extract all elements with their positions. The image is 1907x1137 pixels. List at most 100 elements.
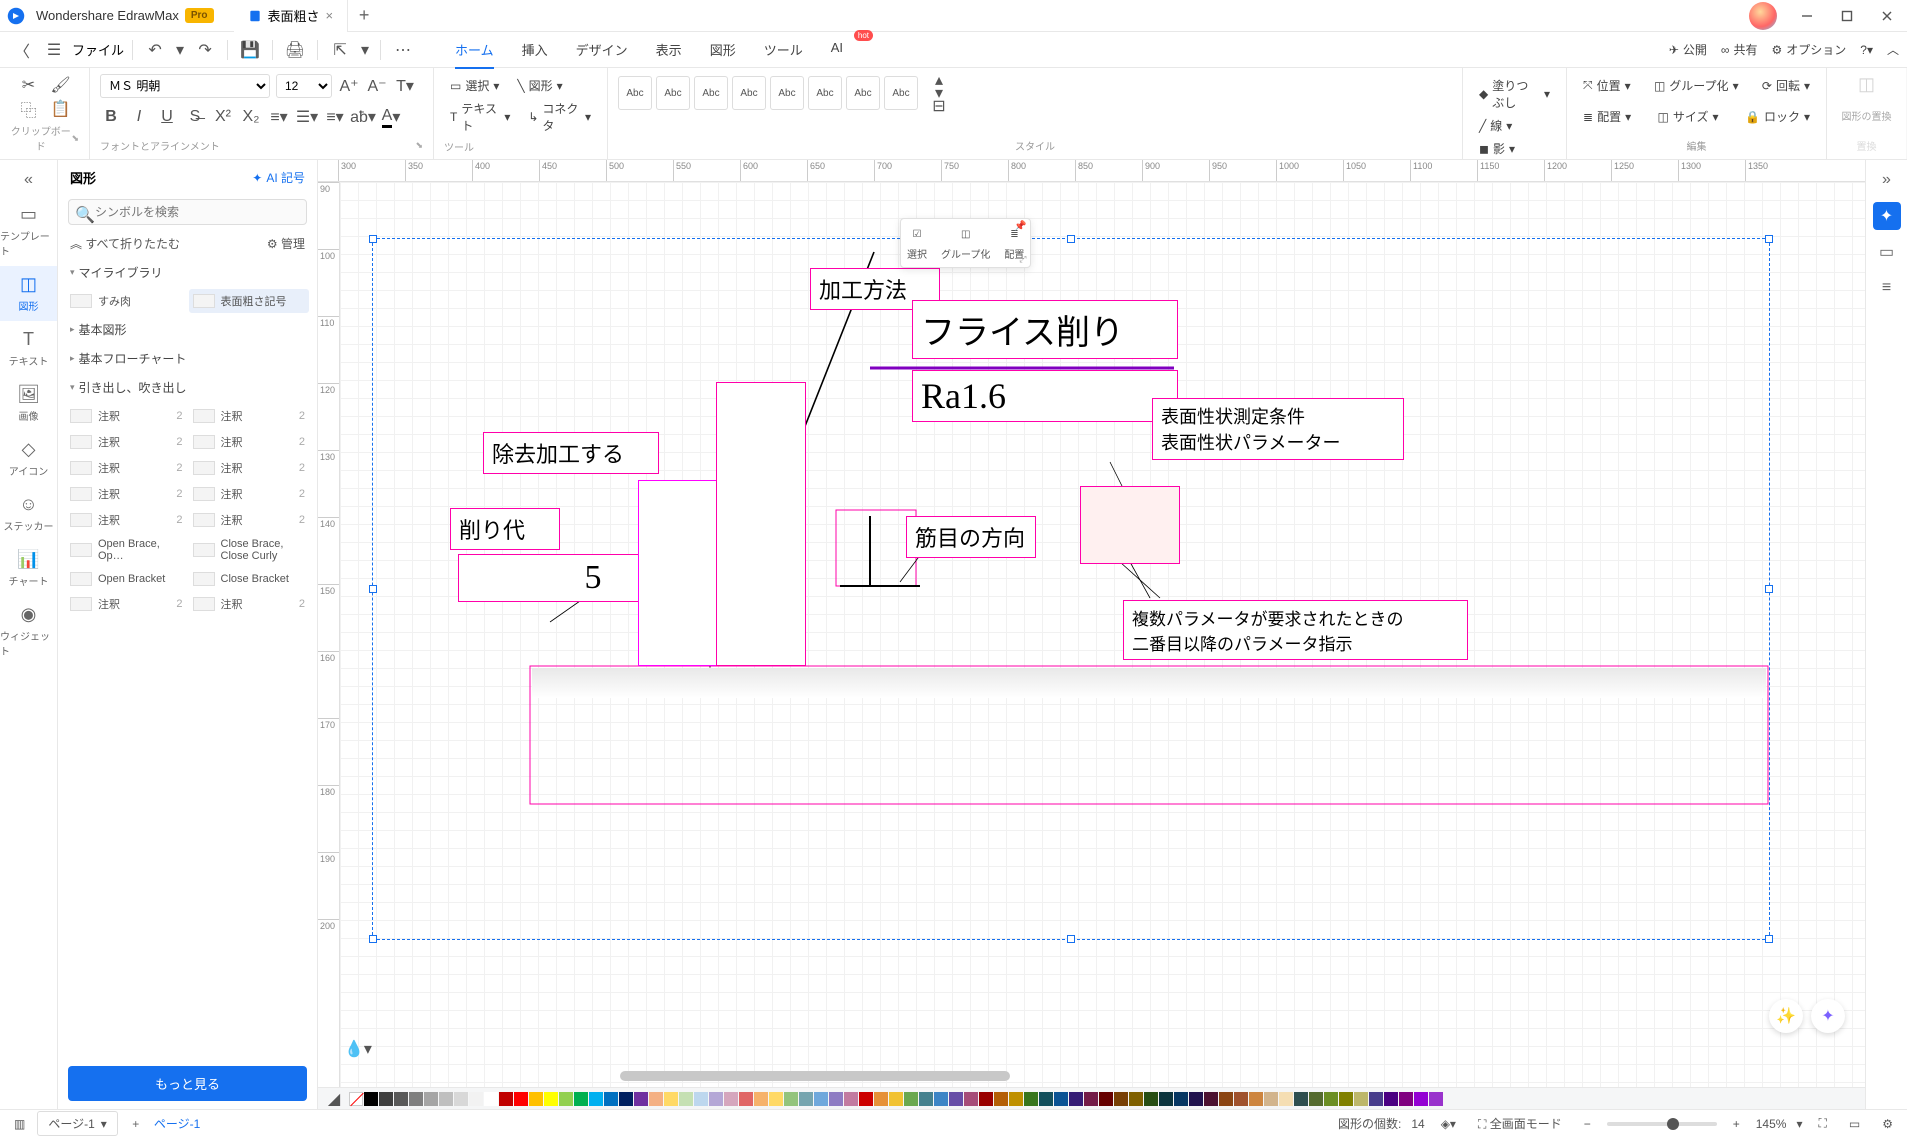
share-button[interactable]: ∞共有 — [1721, 41, 1758, 58]
color-swatch[interactable] — [424, 1092, 438, 1106]
menu-図形[interactable]: 図形 — [696, 34, 750, 65]
color-swatch[interactable] — [904, 1092, 918, 1106]
color-swatch[interactable] — [1279, 1092, 1293, 1106]
menu-ツール[interactable]: ツール — [750, 34, 817, 65]
color-swatch[interactable] — [379, 1092, 393, 1106]
back-button[interactable]: 〈 — [8, 36, 36, 64]
shape-item[interactable]: 注釈2 — [66, 482, 187, 506]
shape-item[interactable]: Open Brace, Op… — [66, 534, 187, 566]
file-menu[interactable]: ファイル — [72, 40, 124, 59]
pin-icon[interactable]: 📌 — [1014, 221, 1026, 232]
color-swatch[interactable] — [1354, 1092, 1368, 1106]
color-swatch[interactable] — [814, 1092, 828, 1106]
undo-button[interactable]: ↶ — [141, 36, 169, 64]
color-swatch[interactable] — [1069, 1092, 1083, 1106]
menu-デザイン[interactable]: デザイン — [562, 34, 642, 65]
category-basic-flowchart[interactable]: ▸基本フローチャート — [66, 344, 309, 373]
color-swatch[interactable] — [589, 1092, 603, 1106]
shape-item[interactable]: Open Bracket — [66, 568, 187, 590]
color-swatch[interactable] — [1204, 1092, 1218, 1106]
select-tool-button[interactable]: ▭ 選択 ▾ — [444, 74, 505, 97]
color-swatch[interactable] — [889, 1092, 903, 1106]
hamburger-icon[interactable]: ☰ — [40, 36, 68, 64]
help-button[interactable]: ?▾ — [1860, 43, 1873, 57]
bold-button[interactable]: B — [100, 106, 122, 128]
export-button[interactable]: ⇱ — [326, 36, 354, 64]
color-swatch[interactable] — [1429, 1092, 1443, 1106]
color-swatch[interactable] — [1339, 1092, 1353, 1106]
color-swatch[interactable] — [724, 1092, 738, 1106]
line-button[interactable]: ╱ 線 ▾ — [1473, 114, 1556, 137]
close-window-button[interactable] — [1867, 0, 1907, 32]
color-swatch[interactable] — [844, 1092, 858, 1106]
style-gallery-button[interactable]: ⊟ — [928, 100, 950, 112]
align-button[interactable]: ≡▾ — [324, 106, 346, 128]
publish-button[interactable]: ✈公開 — [1669, 41, 1707, 58]
label-remove[interactable]: 除去加工する — [483, 432, 659, 474]
export-dropdown[interactable]: ▾ — [358, 36, 372, 64]
superscript-button[interactable]: X² — [212, 106, 234, 128]
font-color-button[interactable]: A▾ — [380, 106, 402, 128]
color-swatch[interactable] — [694, 1092, 708, 1106]
underline-button[interactable]: U — [156, 106, 178, 128]
color-swatch[interactable] — [1009, 1092, 1023, 1106]
shape-item[interactable]: 注釈2 — [66, 508, 187, 532]
right-rail-style[interactable]: ✦ — [1873, 202, 1901, 230]
zoom-in-button[interactable]: + — [1727, 1115, 1746, 1133]
color-swatch[interactable] — [1024, 1092, 1038, 1106]
no-fill-swatch[interactable] — [349, 1092, 363, 1106]
bullet-list-button[interactable]: ☰▾ — [296, 106, 318, 128]
collapse-right-rail-button[interactable]: » — [1873, 166, 1901, 194]
color-swatch[interactable] — [1174, 1092, 1188, 1106]
redo-button[interactable]: ↷ — [191, 36, 219, 64]
shape-item[interactable]: 注釈2 — [189, 430, 310, 454]
color-swatch[interactable] — [1219, 1092, 1233, 1106]
collapse-all-button[interactable]: ︽ すべて折りたたむ — [70, 235, 180, 252]
menu-挿入[interactable]: 挿入 — [508, 34, 562, 65]
color-swatch[interactable] — [799, 1092, 813, 1106]
color-swatch[interactable] — [1054, 1092, 1068, 1106]
color-swatch[interactable] — [454, 1092, 468, 1106]
clipboard-launcher[interactable]: ⬊ — [71, 133, 79, 144]
style-preset[interactable]: Abc — [846, 76, 880, 110]
color-swatch[interactable] — [1414, 1092, 1428, 1106]
ai-symbol-button[interactable]: ✦ AI 記号 — [252, 169, 305, 186]
collapse-ribbon-button[interactable]: ︿ — [1887, 41, 1899, 58]
size-button[interactable]: ◫ サイズ ▾ — [1652, 105, 1725, 128]
category-callouts[interactable]: ▾引き出し、吹き出し — [66, 373, 309, 402]
shape-item[interactable]: 注釈2 — [189, 456, 310, 480]
leftrail-テンプレート[interactable]: ▭テンプレート — [0, 196, 57, 266]
color-swatch[interactable] — [619, 1092, 633, 1106]
text-tool-button[interactable]: T テキスト ▾ — [444, 97, 516, 137]
undo-dropdown[interactable]: ▾ — [173, 36, 187, 64]
color-swatch[interactable] — [1324, 1092, 1338, 1106]
color-swatch[interactable] — [1129, 1092, 1143, 1106]
position-button[interactable]: ⤧ 位置 ▾ — [1577, 74, 1637, 97]
shadow-button[interactable]: ◼ 影 ▾ — [1473, 137, 1556, 160]
color-swatch[interactable] — [1384, 1092, 1398, 1106]
fill-gradient-icon[interactable]: ◢ — [324, 1089, 344, 1109]
document-tab[interactable]: 表面粗さ × — [234, 0, 349, 32]
menu-表示[interactable]: 表示 — [642, 34, 696, 65]
color-swatch[interactable] — [1234, 1092, 1248, 1106]
shape-item[interactable]: 注釈2 — [189, 482, 310, 506]
format-painter-button[interactable]: 🖌 — [50, 74, 72, 96]
color-swatch[interactable] — [1399, 1092, 1413, 1106]
color-swatch[interactable] — [829, 1092, 843, 1106]
label-ra[interactable]: Ra1.6 — [912, 370, 1178, 422]
label-multi[interactable]: 複数パラメータが要求されたときの 二番目以降のパラメータ指示 — [1123, 600, 1468, 660]
leftrail-画像[interactable]: 🖼画像 — [0, 376, 57, 431]
color-swatch[interactable] — [949, 1092, 963, 1106]
mini-select-button[interactable]: ☑選択 — [907, 225, 927, 261]
align-shapes-button[interactable]: ≣ 配置 ▾ — [1577, 105, 1637, 128]
settings-status-button[interactable]: ⚙ — [1876, 1115, 1899, 1133]
cut-button[interactable]: ✂ — [18, 74, 40, 96]
style-preset[interactable]: Abc — [808, 76, 842, 110]
fit-page-button[interactable]: ⛶ — [1812, 1114, 1832, 1133]
paste-button[interactable]: 📋 — [50, 98, 72, 120]
shape-item[interactable]: 注釈2 — [66, 456, 187, 480]
color-swatch[interactable] — [1039, 1092, 1053, 1106]
group-button[interactable]: ◫ グループ化 ▾ — [1648, 74, 1745, 97]
char-spacing-button[interactable]: aƀ▾ — [352, 106, 374, 128]
more-button[interactable]: ⋯ — [389, 36, 417, 64]
